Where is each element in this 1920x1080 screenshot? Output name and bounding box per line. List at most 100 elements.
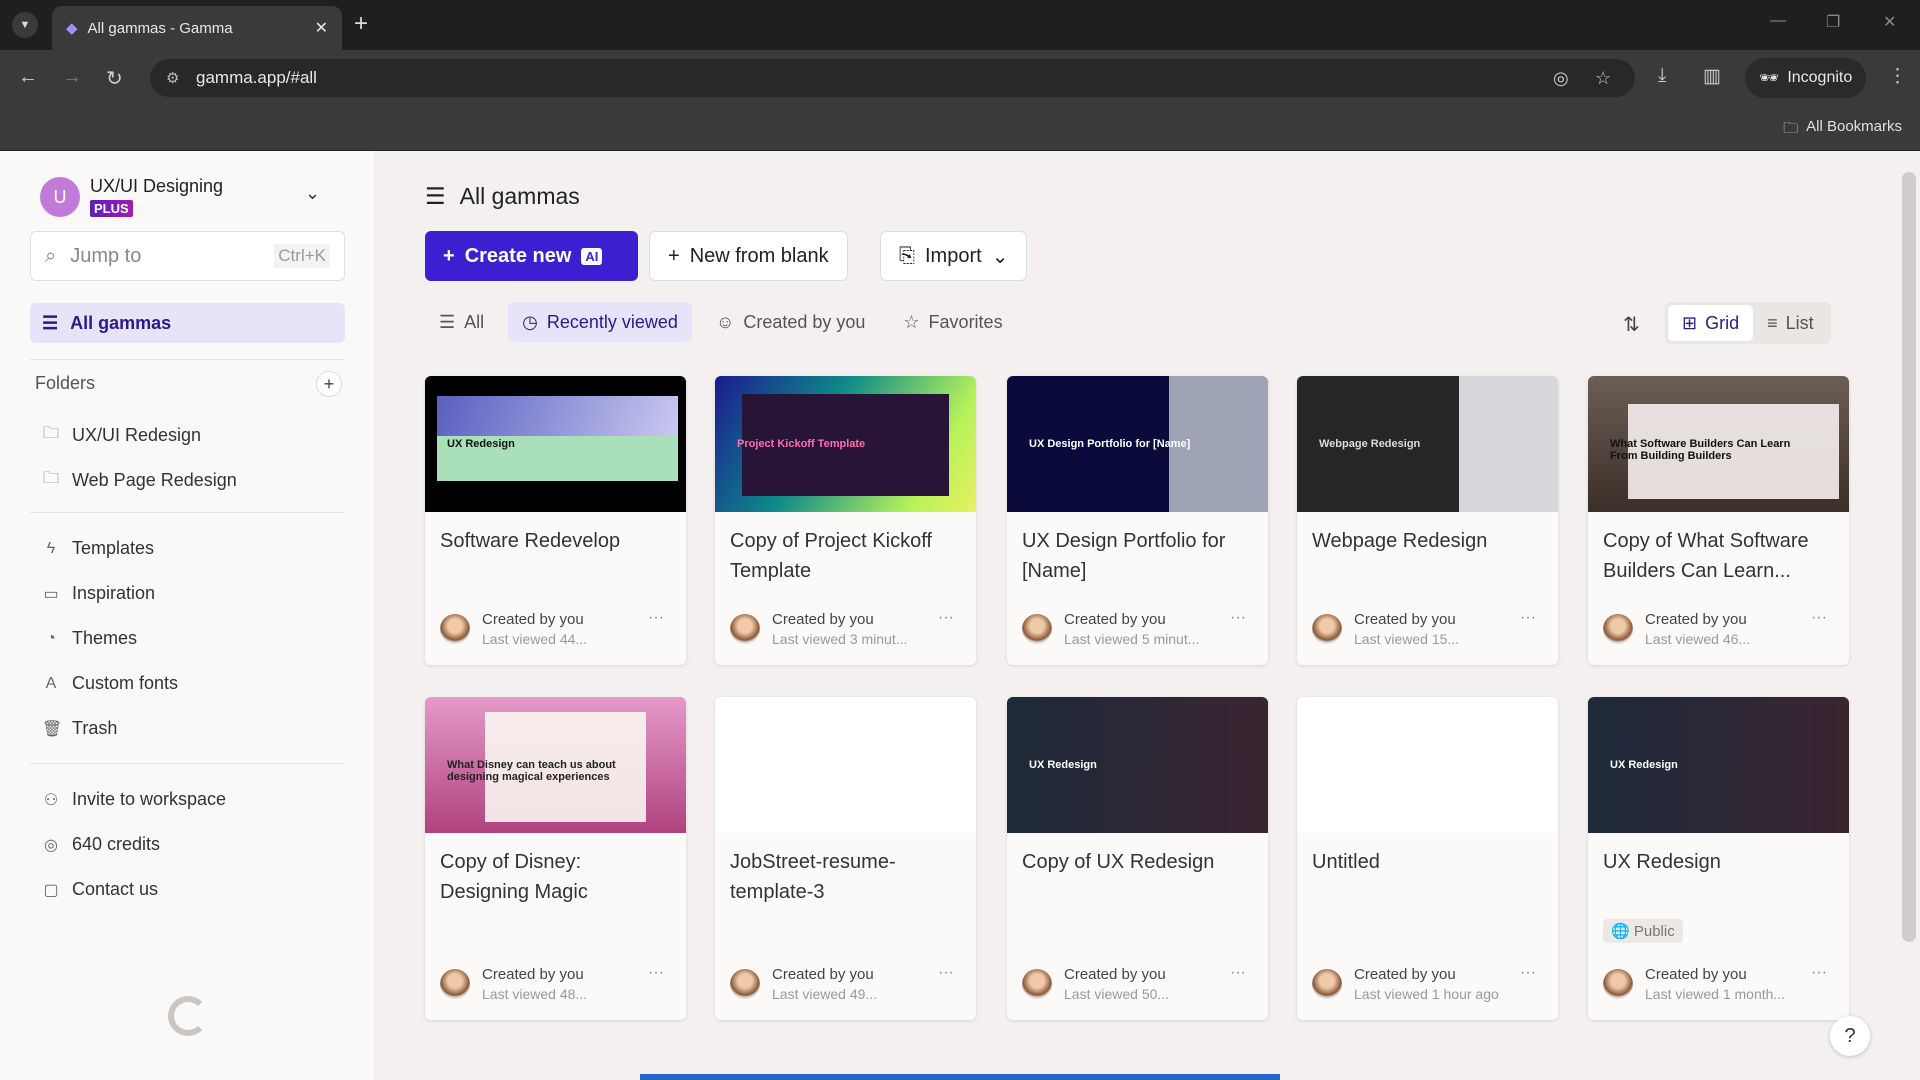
- folder-web-page-redesign[interactable]: 🗀 Web Page Redesign: [42, 467, 237, 494]
- list-view-button[interactable]: ≡ List: [1753, 305, 1828, 341]
- sidebar-item-label: 640 credits: [72, 834, 161, 854]
- gamma-card[interactable]: Webpage Redesign Webpage Redesign Create…: [1297, 376, 1558, 665]
- incognito-indicator[interactable]: 🕶 Incognito: [1745, 58, 1867, 98]
- reload-icon[interactable]: ↻: [106, 66, 123, 91]
- help-button[interactable]: ?: [1830, 1016, 1870, 1056]
- maximize-icon[interactable]: ❐: [1826, 12, 1840, 32]
- bookmarks-bar: 🗀 All Bookmarks: [0, 106, 1920, 151]
- clock-icon: ◷: [522, 311, 538, 332]
- contact-us[interactable]: ▢ Contact us: [42, 879, 158, 900]
- gamma-card[interactable]: What Software Builders Can Learn From Bu…: [1588, 376, 1849, 665]
- public-badge: 🌐 Public: [1603, 919, 1683, 943]
- gamma-card[interactable]: UX Redesign Copy of UX Redesign Created …: [1007, 697, 1268, 1020]
- more-options-icon[interactable]: ···: [1811, 964, 1827, 982]
- tab-recently-viewed[interactable]: ◷ Recently viewed: [508, 302, 692, 342]
- scrollbar[interactable]: [1902, 172, 1916, 942]
- plus-icon: +: [668, 244, 680, 267]
- card-meta: Created by you Last viewed 1 hour ago: [1312, 966, 1499, 1002]
- avatar: [1603, 969, 1633, 999]
- gamma-card[interactable]: UX Design Portfolio for [Name] UX Design…: [1007, 376, 1268, 665]
- browser-menu-icon[interactable]: ⋮: [1888, 65, 1907, 88]
- browser-tab[interactable]: ◆ All gammas - Gamma ✕: [52, 6, 342, 50]
- jump-to-search[interactable]: ⌕ Jump to Ctrl+K: [30, 231, 345, 281]
- sidebar-item-themes[interactable]: ◔ Themes: [42, 628, 137, 649]
- avatar: [730, 969, 760, 999]
- card-title: UX Design Portfolio for [Name]: [1022, 530, 1226, 582]
- gamma-card[interactable]: Untitled Created by you Last viewed 1 ho…: [1297, 697, 1558, 1020]
- gamma-card[interactable]: What Disney can teach us about designing…: [425, 697, 686, 1020]
- sidebar-item-label: Themes: [72, 628, 138, 648]
- created-by: Created by you: [1064, 611, 1166, 628]
- gamma-card[interactable]: UX Redesign UX Redesign 🌐 Public Created…: [1588, 697, 1849, 1020]
- download-icon[interactable]: ⤓: [1658, 65, 1666, 87]
- chevron-down-icon[interactable]: ⌄: [305, 183, 320, 204]
- bookmark-star-icon[interactable]: ☆: [1595, 68, 1611, 89]
- folder-icon: 🗀: [1783, 120, 1799, 137]
- last-viewed: Last viewed 5 minut...: [1064, 631, 1200, 647]
- main-content: ☰ All gammas + Create new AI + New from blan…: [375, 151, 1920, 1080]
- sort-icon[interactable]: ⇅: [1623, 312, 1640, 337]
- more-options-icon[interactable]: ···: [1230, 609, 1246, 627]
- gamma-card[interactable]: UX Redesign Software Redevelop Created b…: [425, 376, 686, 665]
- page-title-text: All gammas: [459, 183, 580, 209]
- more-options-icon[interactable]: ···: [648, 609, 664, 627]
- tab-search-chevron-icon[interactable]: ▼: [12, 12, 38, 38]
- import-button[interactable]: ⎘ Import ⌄: [880, 231, 1028, 281]
- avatar: [1603, 614, 1633, 644]
- new-from-blank-button[interactable]: + New from blank: [649, 231, 848, 281]
- folders-heading: Folders: [35, 373, 96, 393]
- close-tab-icon[interactable]: ✕: [315, 18, 328, 38]
- invite-to-workspace[interactable]: ⚇ Invite to workspace: [42, 789, 226, 810]
- card-thumbnail: UX Design Portfolio for [Name]: [1007, 376, 1268, 512]
- star-icon: ☆: [903, 311, 920, 332]
- minimize-icon[interactable]: —: [1770, 12, 1786, 30]
- card-title: Copy of What Software Builders Can Learn…: [1603, 530, 1809, 582]
- gamma-logo-icon: [168, 996, 208, 1036]
- side-panel-icon[interactable]: ▥: [1703, 65, 1721, 88]
- add-folder-button[interactable]: +: [316, 371, 342, 397]
- all-bookmarks-button[interactable]: 🗀 All Bookmarks: [1783, 118, 1902, 143]
- more-options-icon[interactable]: ···: [938, 609, 954, 627]
- site-info-icon[interactable]: ⚙: [166, 69, 179, 87]
- more-options-icon[interactable]: ···: [1520, 609, 1536, 627]
- new-tab-icon[interactable]: +: [354, 10, 368, 38]
- grid-view-button[interactable]: ⊞ Grid: [1668, 305, 1754, 341]
- folder-label: UX/UI Redesign: [72, 425, 202, 445]
- last-viewed: Last viewed 48...: [482, 986, 588, 1002]
- back-icon[interactable]: ←: [18, 66, 38, 89]
- tab-created-by-you[interactable]: ☺ Created by you: [702, 302, 879, 342]
- gamma-card[interactable]: JobStreet-resume-template-3 Created by y…: [715, 697, 976, 1020]
- sidebar-item-custom-fonts[interactable]: A Custom fonts: [42, 673, 178, 694]
- gamma-card[interactable]: Project Kickoff Template Copy of Project…: [715, 376, 976, 665]
- sidebar-item-trash[interactable]: 🗑 Trash: [42, 718, 117, 739]
- more-options-icon[interactable]: ···: [1811, 609, 1827, 627]
- more-options-icon[interactable]: ···: [1230, 964, 1246, 982]
- eye-off-icon[interactable]: ◎: [1553, 68, 1569, 89]
- progress-bar: [640, 1074, 1280, 1080]
- folder-ux-ui-redesign[interactable]: 🗀 UX/UI Redesign: [42, 422, 201, 449]
- search-placeholder: Jump to: [70, 244, 142, 267]
- forward-icon[interactable]: →: [62, 66, 82, 89]
- card-meta: Created by you Last viewed 48...: [440, 966, 587, 1002]
- thumbnail-text: UX Redesign: [1610, 759, 1678, 771]
- card-title: Copy of Project Kickoff Template: [730, 530, 932, 582]
- ai-badge: AI: [581, 247, 603, 265]
- card-meta: Created by you Last viewed 46...: [1603, 611, 1750, 647]
- url-bar[interactable]: ⚙ gamma.app/#all ◎ ☆: [150, 59, 1635, 97]
- more-options-icon[interactable]: ···: [938, 964, 954, 982]
- book-icon: ▭: [43, 585, 59, 603]
- workspace-switcher[interactable]: U UX/UI Designing PLUS: [40, 176, 223, 218]
- more-options-icon[interactable]: ···: [1520, 964, 1536, 982]
- import-label: Import: [925, 244, 982, 267]
- tab-all[interactable]: ☰ All: [425, 302, 498, 342]
- create-new-button[interactable]: + Create new AI: [425, 231, 638, 281]
- credits[interactable]: ◎ 640 credits: [42, 834, 160, 855]
- card-meta: Created by you Last viewed 5 minut...: [1022, 611, 1199, 647]
- more-options-icon[interactable]: ···: [648, 964, 664, 982]
- tab-favorites[interactable]: ☆ Favorites: [889, 302, 1016, 342]
- tab-label: All: [464, 311, 485, 332]
- close-window-icon[interactable]: ✕: [1883, 12, 1896, 32]
- sidebar-item-inspiration[interactable]: ▭ Inspiration: [42, 583, 155, 604]
- sidebar-item-templates[interactable]: ϟ Templates: [42, 538, 154, 559]
- sidebar-item-all-gammas[interactable]: ☰ All gammas: [30, 303, 345, 343]
